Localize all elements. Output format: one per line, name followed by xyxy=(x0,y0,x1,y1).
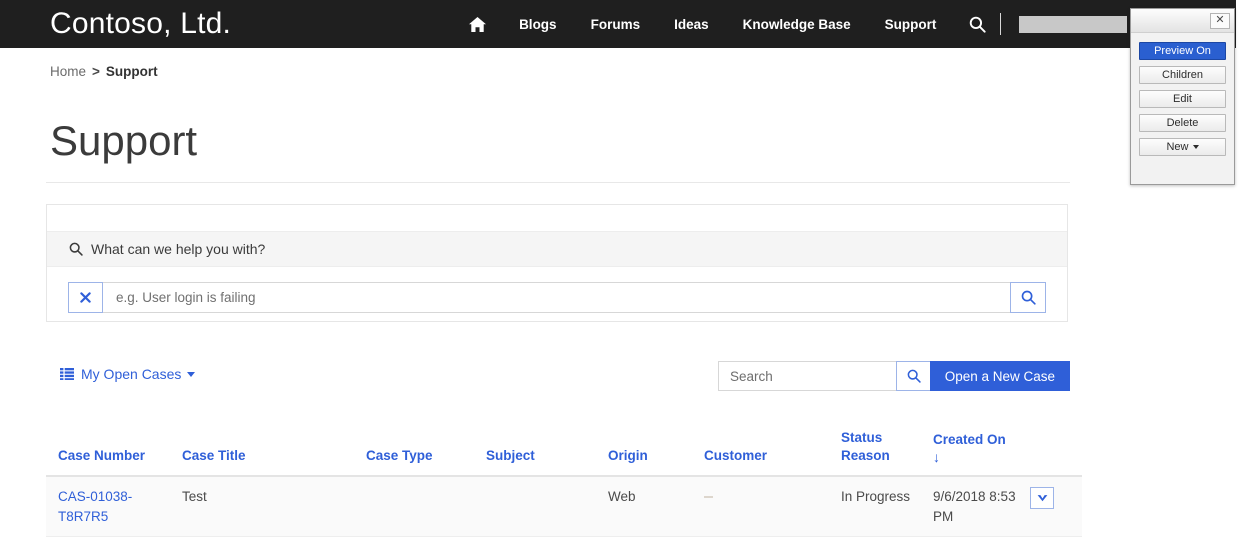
nav-link-forums[interactable]: Forums xyxy=(574,17,658,32)
open-new-case-button[interactable]: Open a New Case xyxy=(929,361,1070,391)
column-header-case-number[interactable]: Case Number xyxy=(46,410,182,477)
nav-search-button[interactable] xyxy=(953,16,1000,33)
page-title: Support xyxy=(50,117,198,164)
column-header-case-title[interactable]: Case Title xyxy=(182,410,366,477)
column-header-created-on[interactable]: Created On ↓ xyxy=(933,410,1030,477)
search-icon xyxy=(69,242,83,256)
search-icon xyxy=(907,369,921,383)
caret-down-icon xyxy=(1192,145,1199,149)
case-number-link[interactable]: CAS-01038-T8R7R5 xyxy=(58,489,132,524)
preview-on-button[interactable]: Preview On xyxy=(1139,42,1226,60)
nav-link-home[interactable] xyxy=(453,16,502,32)
cell-origin: Web xyxy=(608,476,704,537)
column-header-actions xyxy=(1030,410,1082,477)
column-header-subject[interactable]: Subject xyxy=(486,410,608,477)
primary-nav-links: Blogs Forums Ideas Knowledge Base Suppor… xyxy=(453,13,1143,35)
edit-button[interactable]: Edit xyxy=(1139,90,1226,108)
site-brand[interactable]: Contoso, Ltd. xyxy=(50,9,231,39)
help-prompt-label: What can we help you with? xyxy=(91,241,266,257)
new-button[interactable]: New xyxy=(1139,138,1226,156)
view-selector[interactable]: My Open Cases xyxy=(60,366,196,382)
breadcrumb-separator: > xyxy=(92,64,100,79)
delete-button[interactable]: Delete xyxy=(1139,114,1226,132)
title-divider xyxy=(46,182,1070,183)
new-button-label: New xyxy=(1166,141,1189,153)
nav-link-blogs[interactable]: Blogs xyxy=(502,17,574,32)
breadcrumb-current: Support xyxy=(105,64,158,79)
cell-subject xyxy=(486,476,608,537)
breadcrumb-home[interactable]: Home xyxy=(50,64,86,79)
home-icon xyxy=(469,16,487,32)
help-prompt-row: What can we help you with? xyxy=(47,232,1067,267)
chevron-down-icon xyxy=(1037,495,1047,502)
cases-toolbar: My Open Cases Open a New Case xyxy=(46,358,1070,398)
column-header-customer[interactable]: Customer xyxy=(704,410,841,477)
table-search-input[interactable] xyxy=(718,361,896,391)
page-tools-panel: ✕ Preview On Children Edit Delete New xyxy=(1130,8,1235,185)
page-tools-panel-header: ✕ xyxy=(1131,9,1234,33)
cell-case-number: CAS-01038-T8R7R5 xyxy=(46,476,182,537)
cell-customer xyxy=(704,476,841,537)
column-header-case-type[interactable]: Case Type xyxy=(366,410,486,477)
cases-table-body: CAS-01038-T8R7R5 Test Web In Progress 9/… xyxy=(46,476,1082,537)
table-search-button[interactable] xyxy=(896,361,931,391)
cell-case-type xyxy=(366,476,486,537)
cell-created-on: 9/6/2018 8:53 PM xyxy=(933,476,1030,537)
search-icon xyxy=(1021,290,1036,305)
cases-table: Case Number Case Title Case Type Subject… xyxy=(46,410,1082,537)
nav-link-knowledge-base[interactable]: Knowledge Base xyxy=(726,17,868,32)
list-icon xyxy=(60,368,74,380)
nav-divider xyxy=(1000,13,1002,35)
clear-search-button[interactable] xyxy=(68,282,103,313)
search-icon xyxy=(969,16,987,33)
children-button[interactable]: Children xyxy=(1139,66,1226,84)
cell-status-reason: In Progress xyxy=(841,476,933,537)
close-x-icon xyxy=(80,292,91,303)
username-redacted xyxy=(1019,15,1128,33)
help-search-panel: What can we help you with? xyxy=(46,204,1068,322)
table-search-group xyxy=(718,361,931,391)
customer-redacted xyxy=(704,496,713,498)
cell-case-title: Test xyxy=(182,476,366,537)
column-header-created-on-label: Created On xyxy=(933,432,1006,448)
breadcrumb: Home > Support xyxy=(50,64,158,79)
user-menu[interactable] xyxy=(1019,15,1143,33)
top-navigation-bar: Contoso, Ltd. Blogs Forums Ideas Knowled… xyxy=(0,0,1236,48)
column-header-origin[interactable]: Origin xyxy=(608,410,704,477)
sort-descending-icon: ↓ xyxy=(933,448,940,465)
cases-table-header: Case Number Case Title Case Type Subject… xyxy=(46,410,1082,477)
view-selector-label: My Open Cases xyxy=(81,366,182,382)
page-tools-panel-body: Preview On Children Edit Delete New xyxy=(1131,33,1234,164)
column-header-status-reason[interactable]: Status Reason xyxy=(841,410,933,477)
cell-row-actions xyxy=(1030,476,1082,537)
caret-down-icon xyxy=(187,371,196,377)
nav-link-support[interactable]: Support xyxy=(868,17,954,32)
table-header-row: Case Number Case Title Case Type Subject… xyxy=(46,410,1082,477)
help-panel-top-strip xyxy=(47,205,1067,232)
table-row[interactable]: CAS-01038-T8R7R5 Test Web In Progress 9/… xyxy=(46,476,1082,537)
help-search-input[interactable] xyxy=(103,282,1010,313)
help-input-row xyxy=(47,267,1067,313)
row-actions-dropdown-button[interactable] xyxy=(1030,487,1054,509)
close-panel-button[interactable]: ✕ xyxy=(1210,12,1230,29)
help-search-submit-button[interactable] xyxy=(1010,282,1046,313)
nav-link-ideas[interactable]: Ideas xyxy=(657,17,726,32)
